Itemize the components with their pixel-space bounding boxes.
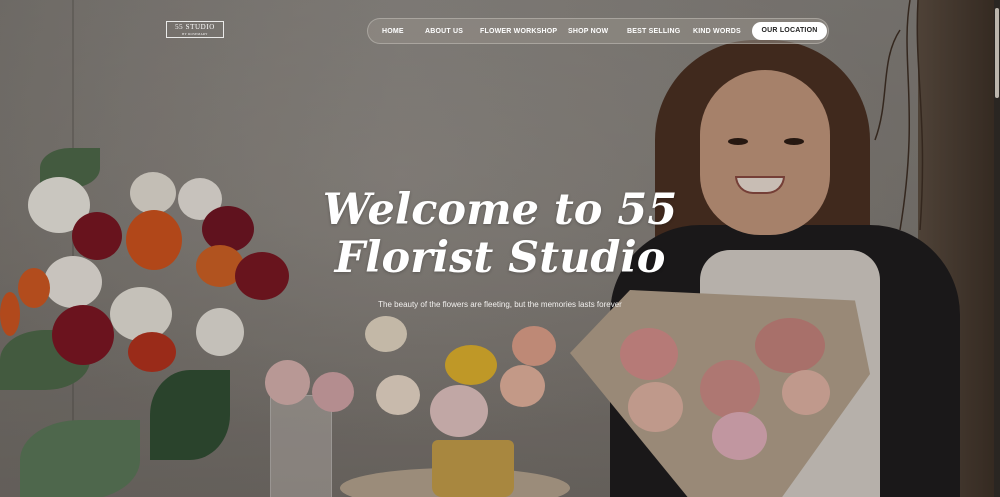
main-nav: HOME ABOUT US FLOWER WORKSHOP SHOP NOW B… <box>367 18 829 44</box>
page-scrollbar[interactable] <box>994 0 1000 497</box>
hero-subtitle: The beauty of the flowers are fleeting, … <box>378 300 622 309</box>
nav-item-about-us[interactable]: ABOUT US <box>425 19 463 45</box>
hero-title-line1: Welcome to 55 <box>322 185 678 235</box>
page: 55 STUDIO BY ROSEMARY HOME ABOUT US FLOW… <box>0 0 1000 497</box>
nav-item-shop-now[interactable]: SHOP NOW <box>568 19 608 45</box>
nav-item-flower-workshop[interactable]: FLOWER WORKSHOP <box>480 19 557 45</box>
our-location-button[interactable]: OUR LOCATION <box>752 22 827 40</box>
nav-item-kind-words[interactable]: KIND WORDS <box>693 19 741 45</box>
hero-title-line2: Florist Studio <box>334 233 666 283</box>
logo-text: 55 STUDIO <box>175 23 215 31</box>
hero-title: Welcome to 55 Florist Studio <box>290 186 710 282</box>
scrollbar-thumb[interactable] <box>995 8 999 98</box>
brand-logo[interactable]: 55 STUDIO BY ROSEMARY <box>166 21 224 38</box>
nav-item-best-selling[interactable]: BEST SELLING <box>627 19 680 45</box>
nav-item-home[interactable]: HOME <box>382 19 404 45</box>
logo-subtext: BY ROSEMARY <box>182 32 208 36</box>
